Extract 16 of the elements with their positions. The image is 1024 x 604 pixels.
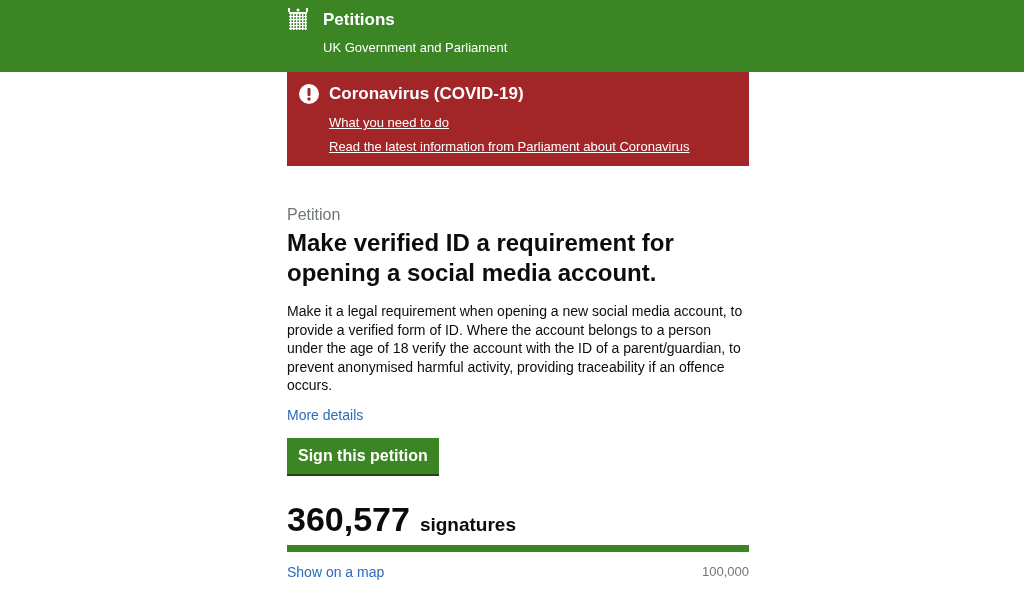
more-details-link[interactable]: More details (287, 406, 364, 423)
site-title: Petitions (323, 9, 396, 31)
signature-label: signatures (419, 513, 516, 536)
alert-link[interactable]: What you need to do (329, 115, 690, 130)
page-label: Petition (287, 206, 342, 224)
map-link[interactable]: Show on a map (287, 563, 385, 580)
sign-button[interactable]: Sign this petition (287, 437, 439, 474)
site-subtitle: UK Government and Parliament (323, 40, 508, 55)
warning-icon (299, 84, 319, 104)
petition-title: Make verified ID a requirement for opening a social media account. (287, 228, 675, 288)
alert-title: Coronavirus (COVID-19) (329, 83, 525, 105)
signature-count: 360,577 (287, 499, 410, 539)
portcullis-icon (287, 8, 309, 32)
petition-description: Make it a legal requirement when opening a new social media account, to provide a verified form of ID. Where the account belongs to a person under the age of 18 verify the account with the ID of a parent/guardian, to prevent anonymised harmful activity, providing traceability if an offence occurs. (287, 302, 744, 395)
threshold-number: 100,000 (702, 564, 749, 579)
alert-link[interactable]: Read the latest information from Parliament about Coronavirus (329, 139, 690, 154)
